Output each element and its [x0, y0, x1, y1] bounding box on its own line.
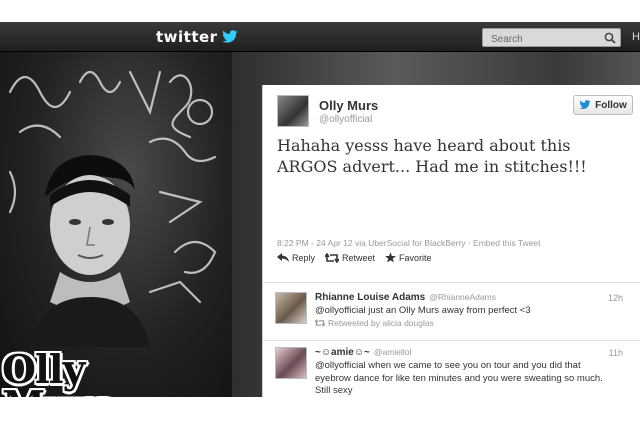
search-box[interactable] [482, 28, 621, 49]
reply-icon [277, 253, 289, 262]
bottom-margin [0, 397, 640, 427]
retweet-label: Retweet [342, 252, 376, 263]
search-input[interactable] [483, 31, 593, 48]
retweeted-by-line: Retweeted by alicia douglas [315, 318, 434, 328]
author-avatar[interactable] [277, 95, 309, 127]
reply-author[interactable]: Rhianne Louise Adams @RhianneAdams [315, 292, 496, 303]
reply-author-handle: @RhianneAdams [429, 292, 496, 302]
author-name[interactable]: Olly Murs [319, 98, 378, 113]
reply-timestamp[interactable]: 12h [608, 293, 623, 303]
reply-author-name: ~☺amie☺~ [315, 347, 370, 358]
follow-label: Follow [595, 99, 627, 111]
divider [263, 282, 640, 283]
nav-overflow-text[interactable]: H [632, 31, 640, 43]
reply-action[interactable]: Reply [277, 252, 315, 263]
retweet-icon [315, 319, 325, 327]
logo-text: twitter [156, 28, 218, 46]
retweeted-by-text[interactable]: Retweeted by alicia douglas [328, 318, 434, 328]
reply-avatar[interactable] [275, 292, 307, 324]
tweet-header: Olly Murs @ollyofficial Follow [277, 95, 637, 135]
retweet-action[interactable]: Retweet [325, 252, 375, 263]
top-margin [0, 0, 640, 22]
tweet-panel: Olly Murs @ollyofficial Follow Hahaha ye… [262, 85, 640, 397]
reply-label: Reply [292, 252, 316, 263]
reply-timestamp[interactable]: 11h [609, 348, 623, 358]
reply-avatar[interactable] [275, 347, 307, 379]
divider [263, 340, 640, 341]
reply-author-handle: @amiellol [373, 347, 412, 357]
twitter-top-bar: twitter H [0, 22, 640, 52]
search-icon[interactable] [604, 31, 616, 49]
star-icon [385, 252, 397, 263]
reply-text: @ollyofficial when we came to see you on… [315, 360, 603, 396]
favorite-action[interactable]: Favorite [385, 252, 432, 263]
name-overlay-text: Olly Murs [2, 351, 113, 398]
tweet-actions: Reply Retweet Favorite [277, 252, 432, 263]
reply-author-name: Rhianne Louise Adams [315, 292, 426, 303]
favorite-label: Favorite [399, 252, 432, 263]
overlay-last-name: Murs [2, 387, 113, 398]
reply-item[interactable]: Rhianne Louise Adams @RhianneAdams 12h @o… [275, 292, 631, 352]
portrait-figure-graphic [30, 155, 150, 347]
tweet-text: Hahaha yesss have heard about this ARGOS… [277, 136, 587, 176]
retweet-icon [325, 252, 340, 263]
author-handle[interactable]: @ollyofficial [319, 114, 372, 125]
background-photo: Olly Murs [0, 52, 232, 397]
reply-text: @ollyofficial just an Olly Murs away fro… [315, 305, 531, 316]
follow-button[interactable]: Follow [573, 95, 633, 115]
bird-icon [221, 30, 239, 44]
reply-author[interactable]: ~☺amie☺~ @amiellol [315, 347, 411, 358]
twitter-logo[interactable]: twitter [156, 27, 239, 47]
tweet-meta[interactable]: 8:22 PM - 24 Apr 12 via UberSocial for B… [277, 238, 540, 248]
bird-icon [579, 100, 591, 110]
